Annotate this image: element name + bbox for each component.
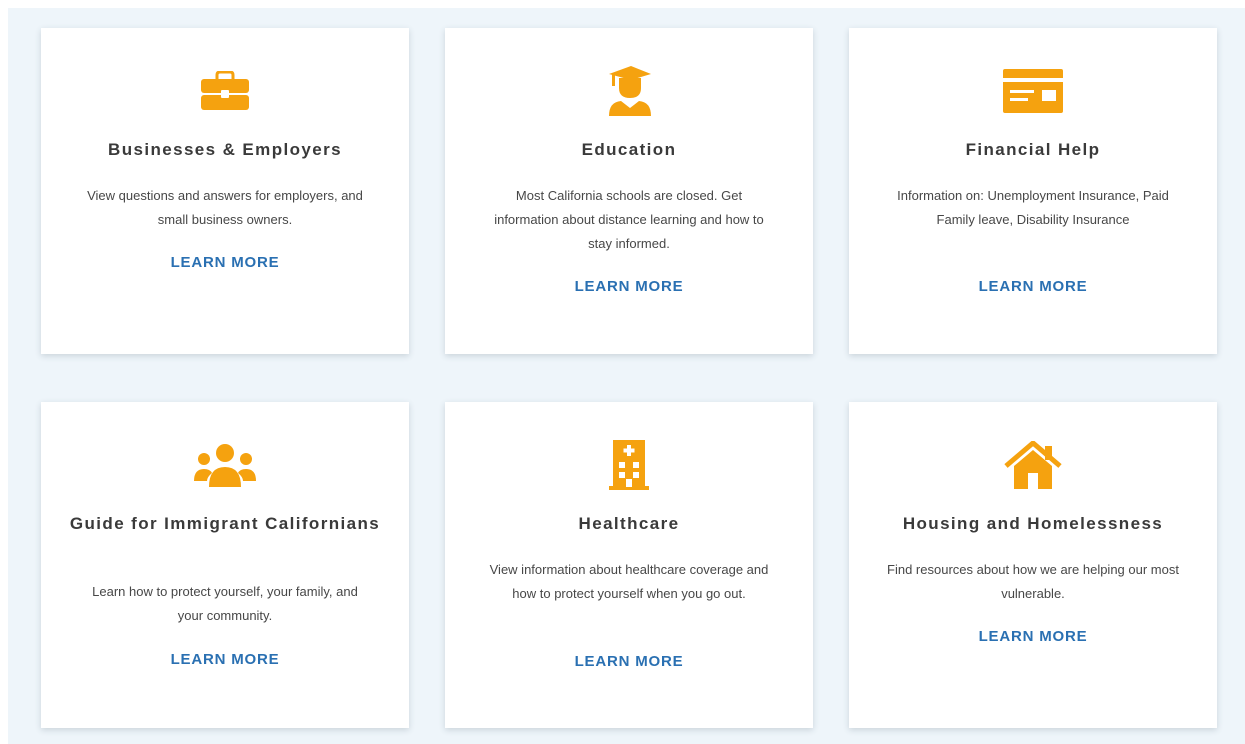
card-title: Healthcare — [578, 514, 680, 533]
card-description: View information about healthcare covera… — [489, 562, 769, 601]
card-financial-help: Financial Help Information on: Unemploym… — [849, 28, 1217, 354]
card-description: Most California schools are closed. Get … — [494, 188, 764, 251]
house-icon — [1001, 440, 1065, 490]
resource-cards-section: Businesses & Employers View questions an… — [8, 8, 1245, 744]
learn-more-link[interactable]: LEARN MORE — [41, 651, 409, 668]
learn-more-link[interactable]: LEARN MORE — [849, 278, 1217, 295]
learn-more-link[interactable]: LEARN MORE — [445, 653, 813, 670]
card-description: View questions and answers for employers… — [87, 188, 363, 227]
card-description: Information on: Unemployment Insurance, … — [897, 188, 1169, 227]
card-title: Education — [581, 140, 677, 159]
card-title: Financial Help — [965, 140, 1101, 159]
card-housing-homelessness: Housing and Homelessness Find resources … — [849, 402, 1217, 728]
graduate-icon — [597, 66, 661, 116]
card-description: Learn how to protect yourself, your fami… — [92, 584, 358, 623]
card-businesses-employers: Businesses & Employers View questions an… — [41, 28, 409, 354]
learn-more-link[interactable]: LEARN MORE — [41, 254, 409, 271]
card-healthcare: Healthcare View information about health… — [445, 402, 813, 728]
learn-more-link[interactable]: LEARN MORE — [445, 278, 813, 295]
card-guide-immigrant-californians: Guide for Immigrant Californians Learn h… — [41, 402, 409, 728]
briefcase-icon — [193, 66, 257, 116]
people-group-icon — [193, 440, 257, 490]
learn-more-link[interactable]: LEARN MORE — [849, 628, 1217, 645]
hospital-building-icon — [597, 440, 661, 490]
card-title: Guide for Immigrant Californians — [69, 514, 381, 533]
card-title: Housing and Homelessness — [902, 514, 1164, 533]
card-title: Businesses & Employers — [108, 140, 342, 159]
card-education: Education Most California schools are cl… — [445, 28, 813, 354]
credit-card-icon — [1001, 66, 1065, 116]
card-description: Find resources about how we are helping … — [887, 562, 1179, 601]
